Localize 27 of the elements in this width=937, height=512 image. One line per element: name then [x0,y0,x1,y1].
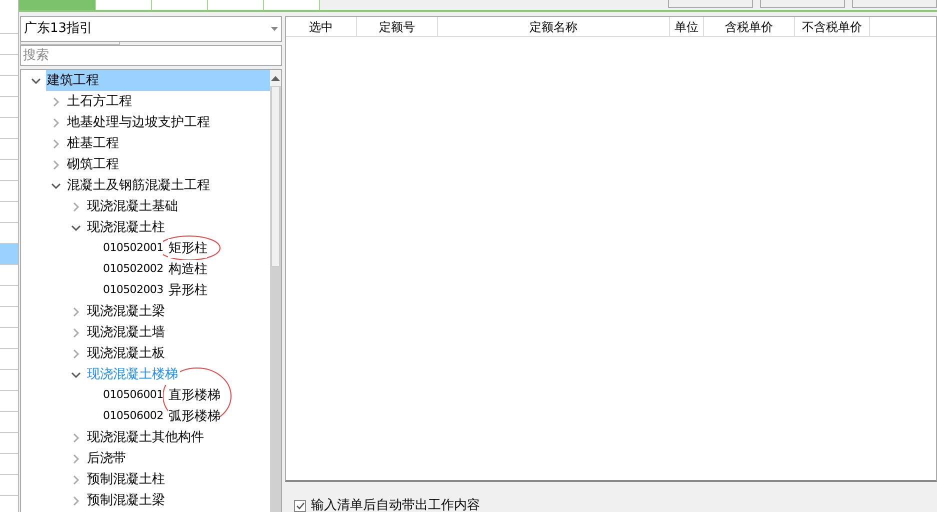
grid-row[interactable] [0,244,18,265]
toolbar-button[interactable] [852,0,937,8]
search-field[interactable]: 搜索 [20,45,282,66]
scrollbar[interactable] [270,70,281,512]
tab[interactable] [152,0,208,10]
column-header[interactable]: 不含税单价 [795,17,870,36]
column-header[interactable]: 定额名称 [438,17,670,36]
tab[interactable] [264,0,320,10]
tree-item[interactable]: 弧形楼梯 [168,406,220,426]
item-code: 010506001 [103,387,164,404]
scroll-up-icon [270,70,281,86]
item-code: 010502001 [103,240,164,257]
column-header[interactable]: 选中 [286,17,357,36]
checkbox-label: 输入清单后自动带出工作内容 [311,497,480,512]
dropdown-caret-icon [271,27,278,31]
tree-item[interactable]: 矩形柱 [168,238,208,258]
tree-item[interactable]: 建筑工程 [46,70,270,91]
column-header[interactable]: 定额号 [357,17,438,36]
tab[interactable] [208,0,264,10]
tab[interactable] [19,0,96,10]
tab[interactable] [96,0,152,10]
checkbox[interactable] [294,500,306,512]
column-header[interactable]: 单位 [670,17,704,36]
column-header[interactable]: 含税单价 [704,17,795,36]
toolbar-button[interactable] [760,0,845,8]
guide-dropdown[interactable]: 广东13指引 [20,16,282,42]
toolbar-button[interactable] [668,0,753,8]
